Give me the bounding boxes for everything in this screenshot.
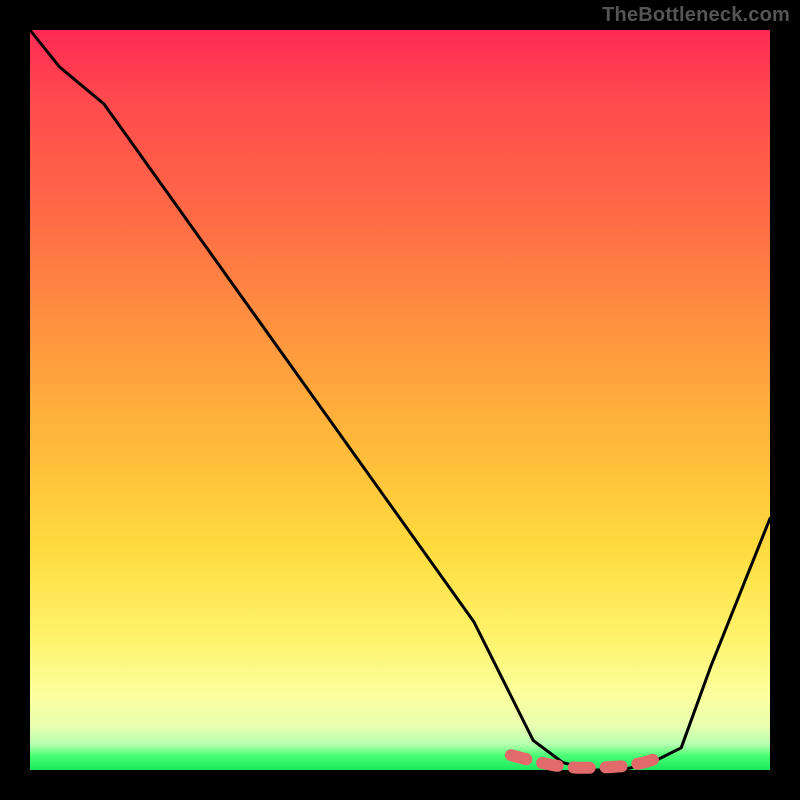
watermark-text: TheBottleneck.com	[602, 4, 790, 27]
plot-area	[30, 30, 770, 770]
chart-container: TheBottleneck.com	[0, 0, 800, 800]
optimum-markers	[511, 755, 666, 768]
curve-layer	[30, 30, 770, 770]
bottleneck-curve	[30, 30, 770, 770]
